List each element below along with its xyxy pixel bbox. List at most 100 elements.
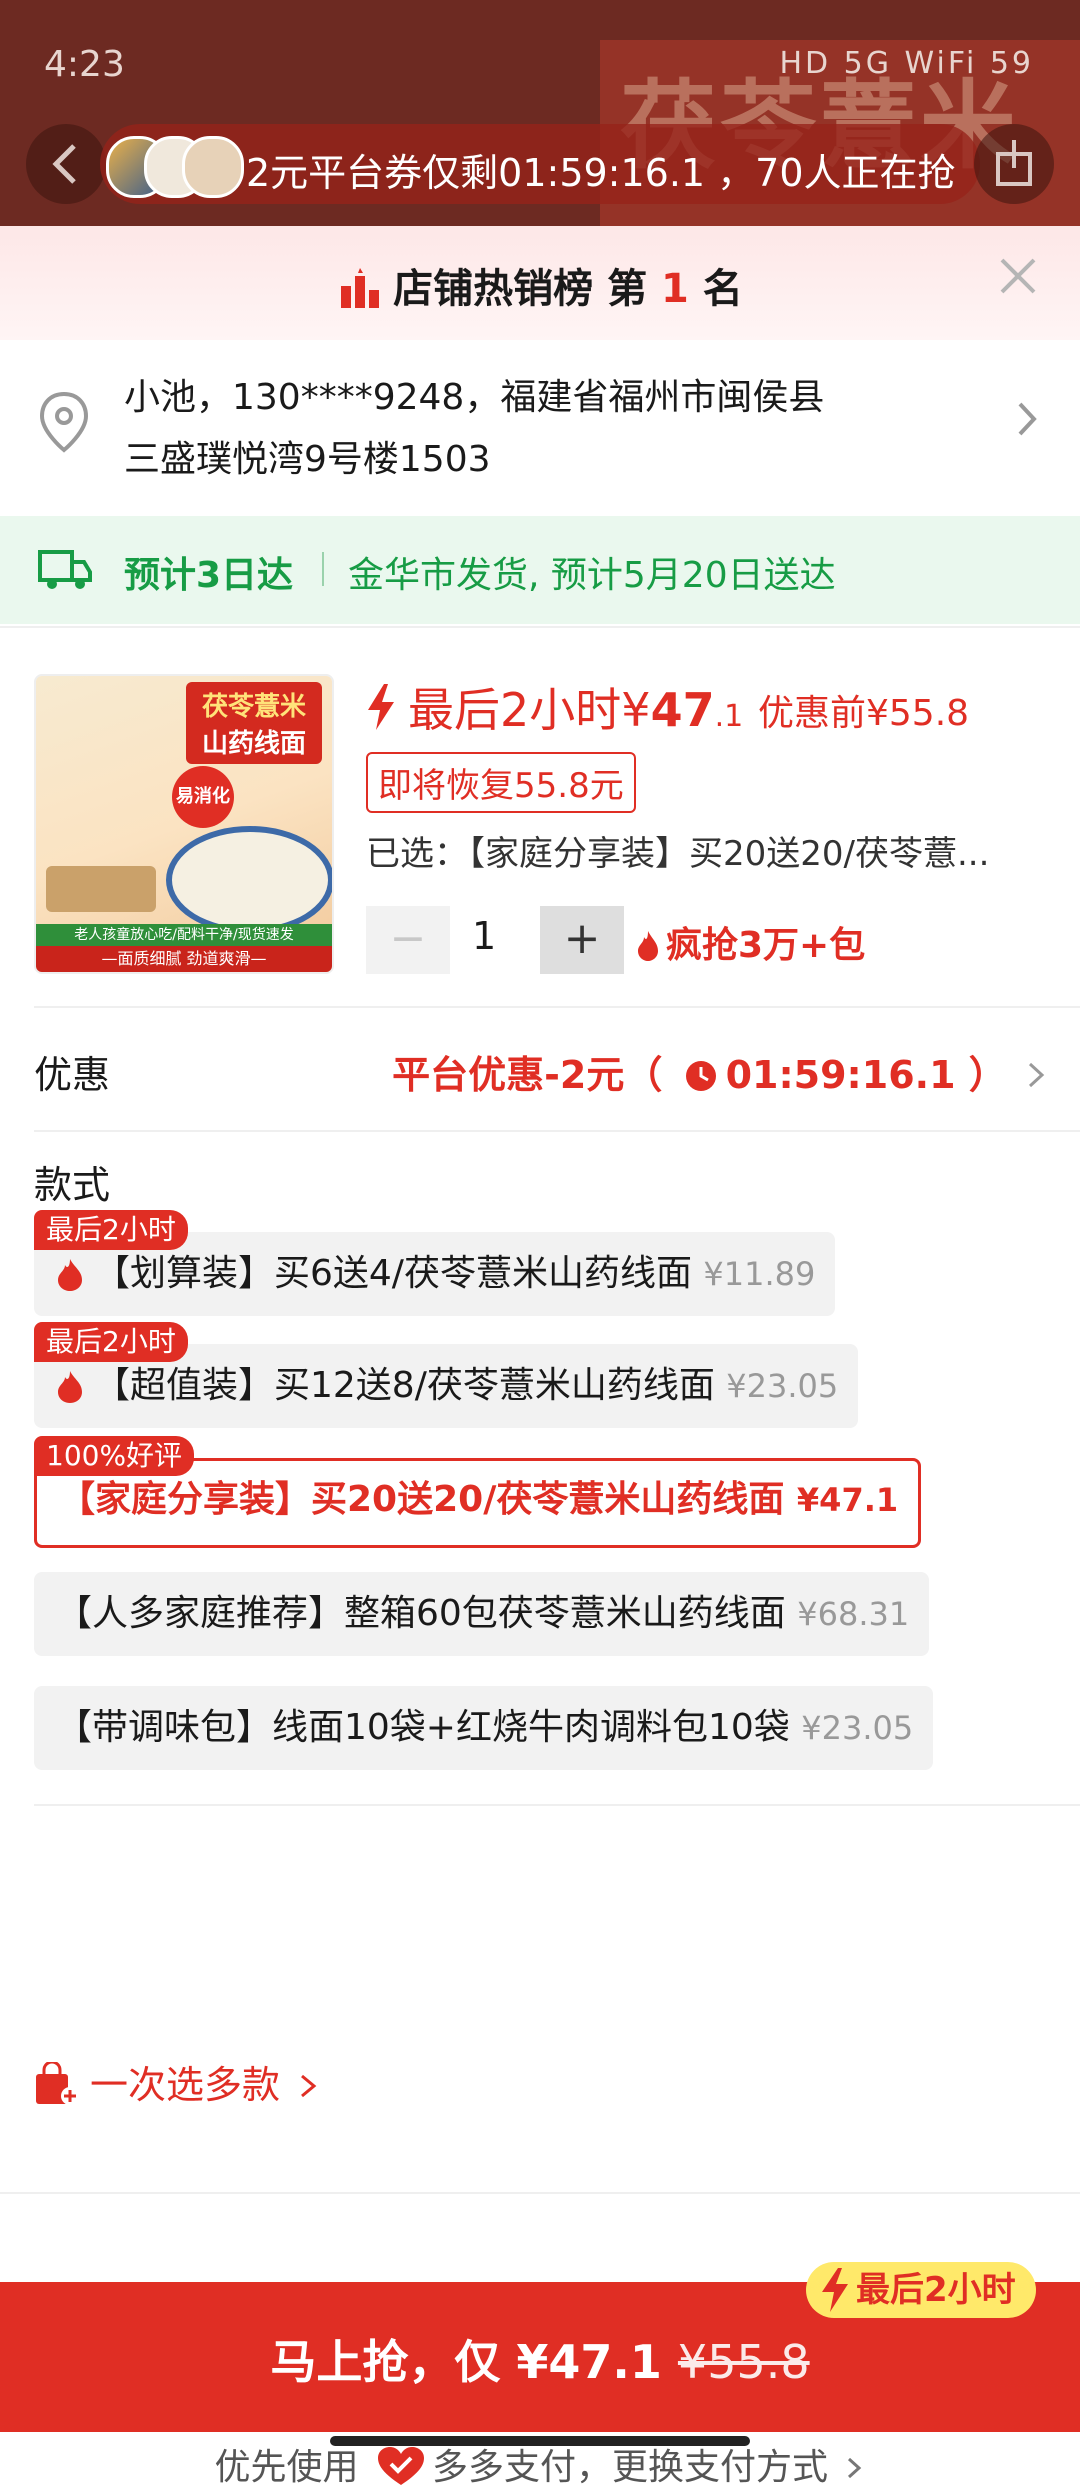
product-image-badge: 易消化	[172, 766, 234, 828]
chevron-right-icon	[1028, 1062, 1045, 1088]
divider	[34, 1006, 1080, 1008]
rank-title: 店铺热销榜 第 1 名	[0, 256, 1080, 314]
discount-label: 优惠	[34, 1053, 111, 1097]
divider	[34, 1804, 1080, 1806]
style-option-price: ¥47.1	[796, 1481, 899, 1519]
chevron-left-icon	[52, 144, 76, 184]
style-option-tag: 最后2小时	[34, 1322, 188, 1362]
original-price: 优惠前¥55.8	[758, 693, 970, 734]
close-icon	[1000, 258, 1036, 294]
style-option-tag: 最后2小时	[34, 1210, 188, 1250]
divider	[0, 626, 1080, 628]
payment-prefix: 优先使用	[214, 2447, 359, 2488]
shipping-divider	[322, 552, 324, 586]
status-time: 4:23	[44, 44, 125, 85]
coupon-countdown-text: 2元平台券仅剩01:59:16.1 ，70人正在抢	[246, 151, 956, 195]
multi-select-label: 一次选多款	[90, 2063, 281, 2107]
flame-icon	[58, 1259, 82, 1291]
chevron-right-icon	[1018, 402, 1037, 436]
hot-sales-text: 疯抢3万+包	[666, 925, 866, 966]
price-integer: 47	[650, 683, 715, 737]
shopping-bag-add-icon	[36, 2060, 79, 2105]
status-icons: HD 5G WiFi 59	[779, 46, 1034, 81]
shipping-estimate-bar: 预计3日达 金华市发货, 预计5月20日送达	[0, 516, 1080, 624]
selected-label: 已选：	[366, 834, 468, 874]
divider	[34, 1130, 1080, 1132]
product-image-title-box: 茯苓薏米 山药线面	[186, 682, 322, 764]
quantity-value[interactable]: 1	[472, 914, 496, 958]
selected-variant: 已选：【家庭分享装】买20送20/茯苓薏...	[366, 826, 1046, 875]
alarm-clock-icon	[685, 1061, 716, 1091]
style-option-tag: 100%好评	[34, 1436, 195, 1476]
flame-icon	[58, 1371, 82, 1403]
style-option-price: ¥11.89	[703, 1255, 816, 1293]
price-line: 最后2小时¥47.1	[366, 674, 743, 740]
home-indicator	[330, 2436, 750, 2446]
back-button[interactable]	[26, 124, 106, 204]
background-page: 茯苓薏米 4:23 HD 5G WiFi 59 2元平台券仅剩01:59:16.…	[0, 0, 1080, 226]
buy-now-tag-text: 最后2小时	[856, 2270, 1016, 2310]
style-option-price: ¥68.31	[797, 1595, 910, 1633]
rank-number: 1	[661, 266, 689, 312]
payment-method: 多多支付，更换支付方式	[432, 2447, 829, 2488]
discount-timer: 01:59:16.1	[725, 1053, 956, 1097]
ranking-icon	[341, 268, 380, 308]
truck-icon	[38, 550, 92, 589]
quantity-increase-button[interactable]: +	[540, 906, 624, 974]
lightning-icon	[368, 684, 394, 730]
rank-banner: 店铺热销榜 第 1 名	[0, 226, 1080, 340]
product-image-bowl	[166, 826, 332, 934]
coupon-countdown-bar[interactable]: 2元平台券仅剩01:59:16.1 ，70人正在抢	[100, 124, 980, 204]
share-icon	[996, 140, 1032, 186]
discount-value: 平台优惠-2元（	[392, 1053, 663, 1097]
product-image-title: 茯苓薏米	[201, 692, 306, 722]
hot-sales-label: 疯抢3万+包	[636, 916, 865, 968]
shipping-eta: 预计3日达	[124, 555, 294, 596]
close-button[interactable]	[996, 252, 1040, 308]
buy-now-tag: 最后2小时	[806, 2262, 1036, 2318]
buy-now-label: 马上抢，仅 ¥47.1 ¥55.8	[0, 2326, 1080, 2392]
product-image[interactable]: 茯苓薏米 山药线面 易消化 老人孩童放心吃/配料干净/现货速发 —面质细腻 劲道…	[34, 674, 334, 974]
chevron-right-icon	[301, 2074, 317, 2098]
multi-select-link[interactable]: 一次选多款	[34, 2054, 320, 2109]
rank-prefix: 店铺热销榜 第	[393, 266, 648, 312]
sku-sheet: 店铺热销榜 第 1 名 小池，130****9248，福建省福州市闽侯县 三盛璞…	[0, 226, 1080, 2488]
address-line-1: 小池，130****9248，福建省福州市闽侯县	[124, 377, 825, 418]
divider	[0, 2192, 1080, 2194]
price-decimal: .1	[714, 699, 744, 734]
quantity-decrease-button[interactable]: −	[366, 906, 450, 974]
style-option[interactable]: 【带调味包】线面10袋+红烧牛肉调料包10袋 ¥23.05	[34, 1686, 934, 1770]
style-option-label: 【超值装】买12送8/茯苓薏米山药线面	[94, 1365, 715, 1406]
shipping-detail: 金华市发货, 预计5月20日送达	[348, 555, 836, 596]
buy-now-text: 马上抢，仅 ¥47.1	[270, 2335, 662, 2389]
discount-close: ）	[968, 1053, 1007, 1097]
style-section-title: 款式	[34, 1163, 111, 1207]
style-option-label: 【人多家庭推荐】整箱60包茯苓薏米山药线面	[56, 1593, 786, 1634]
rank-suffix: 名	[702, 266, 743, 312]
style-option-label: 【带调味包】线面10袋+红烧牛肉调料包10袋	[56, 1707, 790, 1748]
address-row[interactable]: 小池，130****9248，福建省福州市闽侯县 三盛璞悦湾9号楼1503	[0, 340, 1080, 512]
chevron-right-icon	[848, 2457, 862, 2479]
discount-row[interactable]: 平台优惠-2元（ 01:59:16.1 ）	[392, 1044, 1046, 1099]
style-option-label: 【家庭分享装】买20送20/茯苓薏米山药线面	[59, 1479, 785, 1520]
style-option-price: ¥23.05	[801, 1709, 914, 1747]
style-option[interactable]: 【人多家庭推荐】整箱60包茯苓薏米山药线面 ¥68.31	[34, 1572, 930, 1656]
price-currency: ¥	[621, 683, 651, 737]
product-image-noodles	[46, 866, 156, 912]
restore-price-notice: 即将恢复55.8元	[366, 752, 636, 813]
buy-now-original-price: ¥55.8	[677, 2335, 810, 2389]
style-option-label: 【划算装】买6送4/茯苓薏米山药线面	[94, 1253, 692, 1294]
avatar	[182, 136, 244, 198]
share-button[interactable]	[974, 124, 1054, 204]
location-pin-icon	[39, 391, 89, 453]
style-option-price: ¥23.05	[726, 1367, 839, 1405]
address-line-2: 三盛璞悦湾9号楼1503	[124, 439, 491, 480]
lightning-icon	[822, 2268, 848, 2312]
price-label: 最后2小时	[408, 683, 622, 737]
product-image-slogan: —面质细腻 劲道爽滑—	[36, 946, 332, 972]
selected-value: 【家庭分享装】买20送20/茯苓薏...	[468, 834, 990, 874]
heart-shield-icon	[378, 2447, 424, 2485]
product-image-subtitle: 山药线面	[201, 729, 306, 759]
flame-icon	[638, 931, 658, 961]
product-image-footer: 老人孩童放心吃/配料干净/现货速发	[36, 924, 332, 946]
